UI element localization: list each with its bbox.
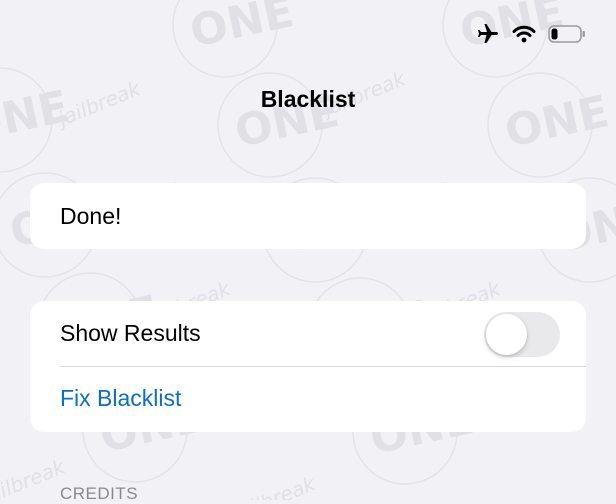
status-group: Done! — [30, 183, 586, 249]
status-bar — [476, 20, 586, 48]
actions-group: Show Results Fix Blacklist — [30, 301, 586, 432]
status-text: Done! — [60, 202, 122, 229]
toggle-knob — [486, 314, 527, 355]
battery-icon — [548, 24, 586, 44]
status-row: Done! — [30, 183, 586, 249]
airplane-icon — [476, 22, 500, 46]
page-title: Blacklist — [260, 86, 356, 112]
show-results-toggle[interactable] — [484, 312, 560, 357]
show-results-label: Show Results — [60, 320, 201, 346]
wifi-icon — [512, 24, 536, 44]
show-results-row: Show Results — [30, 301, 586, 366]
fix-blacklist-label: Fix Blacklist — [60, 385, 182, 411]
watermark-tag: jailbreak — [227, 471, 320, 500]
fix-blacklist-button[interactable]: Fix Blacklist — [30, 366, 586, 431]
credits-section-header: CREDITS — [60, 484, 139, 503]
watermark-logo: ONE — [186, 0, 299, 58]
